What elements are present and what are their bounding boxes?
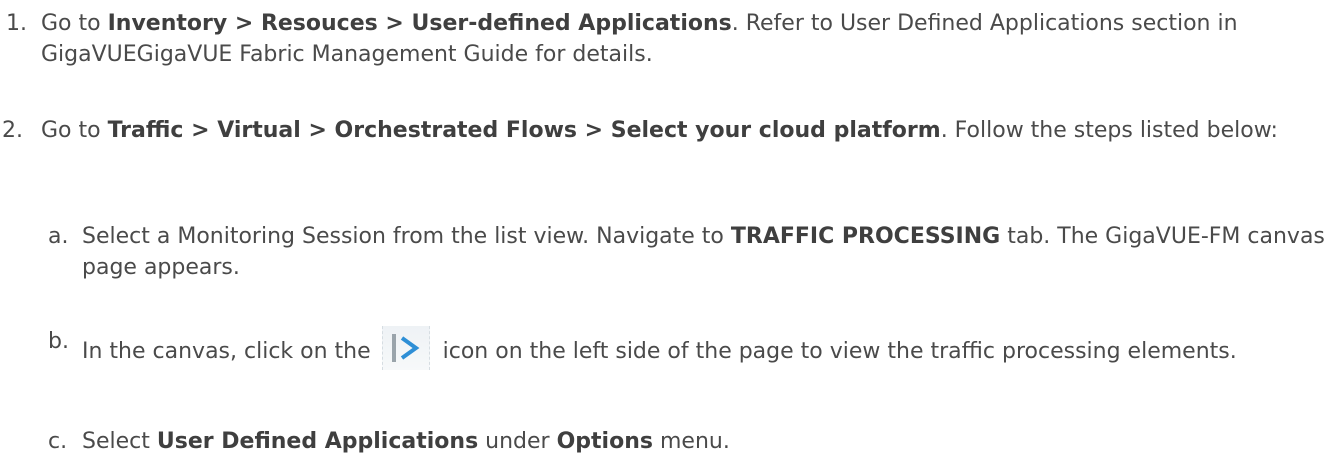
substep-c: c. Select User Defined Applications unde…: [48, 426, 1338, 457]
step-2: 2. Go to Traffic > Virtual > Orchestrate…: [2, 115, 1338, 146]
menu-name: Options: [556, 429, 653, 454]
step-number: 1.: [6, 11, 27, 36]
substep-text-part: In the canvas, click on the: [82, 339, 378, 364]
step-number: 2.: [2, 118, 23, 143]
substep-letter: c.: [48, 429, 68, 454]
menu-path: Traffic > Virtual > Orchestrated Flows >…: [107, 118, 941, 143]
substep-text: In the canvas, click on the icon on the …: [82, 326, 1338, 370]
procedure-document: 1. Go to Inventory > Resouces > User-def…: [0, 0, 1342, 468]
option-name: User Defined Applications: [156, 429, 479, 454]
substep-b: b. In the canvas, click on the icon on t…: [48, 326, 1338, 370]
substep-letter: a.: [48, 224, 69, 249]
step-text: Go to Inventory > Resouces > User-define…: [41, 8, 1336, 70]
substep-text-part: Select a Monitoring Session from the lis…: [82, 224, 731, 249]
substep-a: a. Select a Monitoring Session from the …: [48, 221, 1338, 283]
substep-text-part: menu.: [652, 429, 730, 454]
expand-panel-icon: [381, 326, 430, 370]
step-prefix: Go to: [41, 11, 108, 36]
substep-text: Select a Monitoring Session from the lis…: [82, 221, 1338, 283]
step-1: 1. Go to Inventory > Resouces > User-def…: [6, 8, 1336, 70]
step-text: Go to Traffic > Virtual > Orchestrated F…: [41, 115, 1338, 146]
substep-text-part: under: [478, 429, 557, 454]
substep-letter: b.: [48, 329, 69, 354]
substep-text-part: Select: [82, 429, 157, 454]
menu-path: Inventory > Resouces > User-defined Appl…: [107, 11, 732, 36]
substep-text-part: icon on the left side of the page to vie…: [435, 339, 1237, 364]
step-prefix: Go to: [41, 118, 108, 143]
substep-text: Select User Defined Applications under O…: [82, 426, 1338, 457]
tab-name: TRAFFIC PROCESSING: [730, 224, 1001, 249]
step-suffix: . Follow the steps listed below:: [940, 118, 1278, 143]
